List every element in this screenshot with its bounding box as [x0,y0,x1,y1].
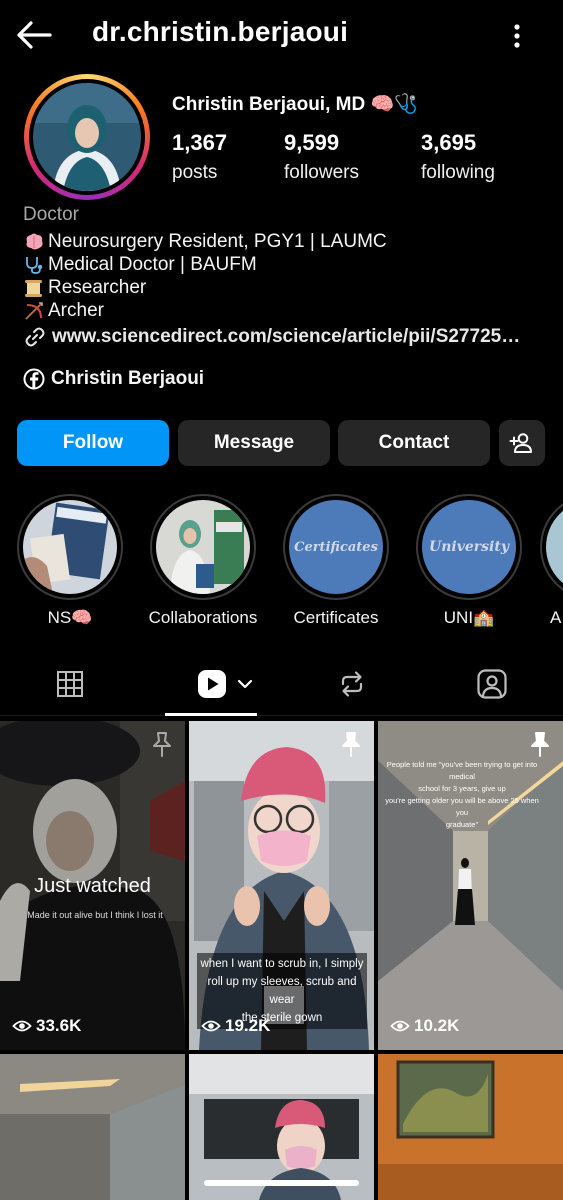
following-count[interactable]: 3,695 following [421,130,495,184]
tagged-icon [477,669,507,699]
reel-thumbnail[interactable] [378,1054,563,1200]
profile-username: dr.christin.berjaoui [92,16,349,47]
home-indicator[interactable] [204,1180,359,1186]
highlight-item[interactable]: A [540,494,563,628]
top-bar: dr.christin.berjaoui [0,0,563,70]
suggested-people-button[interactable] [499,420,545,466]
facebook-link[interactable]: Christin Berjaoui [23,368,204,390]
profile-full-name: Christin Berjaoui, MD 🧠🩺 [172,94,418,115]
tab-tagged[interactable] [474,664,510,704]
active-tab-indicator [165,713,257,716]
more-options-icon[interactable] [502,20,532,52]
content-tabs [0,652,563,716]
reel-thumbnail[interactable]: Just watched Made it out alive but I thi… [0,721,185,1050]
reel-thumbnail[interactable] [0,1054,185,1200]
highlight-cover [23,500,117,594]
bow-and-arrow-icon [25,302,43,320]
brain-icon [26,233,43,250]
views-eye-icon [12,1020,32,1032]
link-icon [25,327,45,347]
add-person-icon [509,433,532,453]
highlight-cover: University [422,500,516,594]
reel-thumbnail[interactable]: People told me "you've been trying to ge… [378,721,563,1050]
highlight-cover: Certificates [289,500,383,594]
stethoscope-icon [26,257,43,274]
view-count: 19.2K [201,1016,270,1036]
reel-caption: Made it out alive but I think I lost it [27,910,163,920]
highlight-cover [546,500,563,594]
avatar[interactable] [33,83,141,191]
bio-line: Neurosurgery Resident, PGY1 | LAUMC [23,231,387,253]
story-ring[interactable] [24,74,150,200]
views-eye-icon [201,1020,221,1032]
bio-link[interactable]: www.sciencedirect.com/science/article/pi… [23,326,520,348]
reels-icon [198,670,226,698]
reel-thumbnail[interactable] [189,1054,374,1200]
pinned-icon [342,732,360,757]
view-count: 10.2K [390,1016,459,1036]
bio-line: Researcher [23,277,146,299]
followers-count[interactable]: 9,599 followers [284,130,359,184]
chevron-down-icon [237,679,253,689]
views-eye-icon [390,1020,410,1032]
reel-thumbnail[interactable]: when I want to scrub in, I simply roll u… [189,721,374,1050]
pinned-icon [531,732,549,757]
bio-line: Medical Doctor | BAUFM [23,254,257,276]
reel-caption: People told me "you've been trying to ge… [385,760,539,829]
view-count: 33.6K [12,1016,81,1036]
highlight-item[interactable]: NS🧠 [15,494,125,628]
highlight-item[interactable]: Collaborations [148,494,258,628]
tab-posts-grid[interactable] [50,664,90,704]
pinned-icon [153,732,171,757]
reposts-icon [341,671,363,697]
contact-button[interactable]: Contact [338,420,490,466]
highlight-cover [156,500,250,594]
highlight-item[interactable]: University UNI🏫 [414,494,524,628]
profile-category: Doctor [23,204,79,225]
posts-count[interactable]: 1,367 posts [172,130,227,184]
back-arrow-icon[interactable] [14,18,54,52]
grid-icon [57,671,83,697]
facebook-icon [23,368,45,390]
bio-line: Archer [23,300,104,322]
tab-reels[interactable] [190,664,260,704]
follow-button[interactable]: Follow [17,420,169,466]
highlight-item[interactable]: Certificates Certificates [281,494,391,628]
tab-reposts[interactable] [334,664,370,704]
scroll-icon [25,280,42,297]
just-watched-label: Just watched [34,875,151,897]
message-button[interactable]: Message [178,420,330,466]
